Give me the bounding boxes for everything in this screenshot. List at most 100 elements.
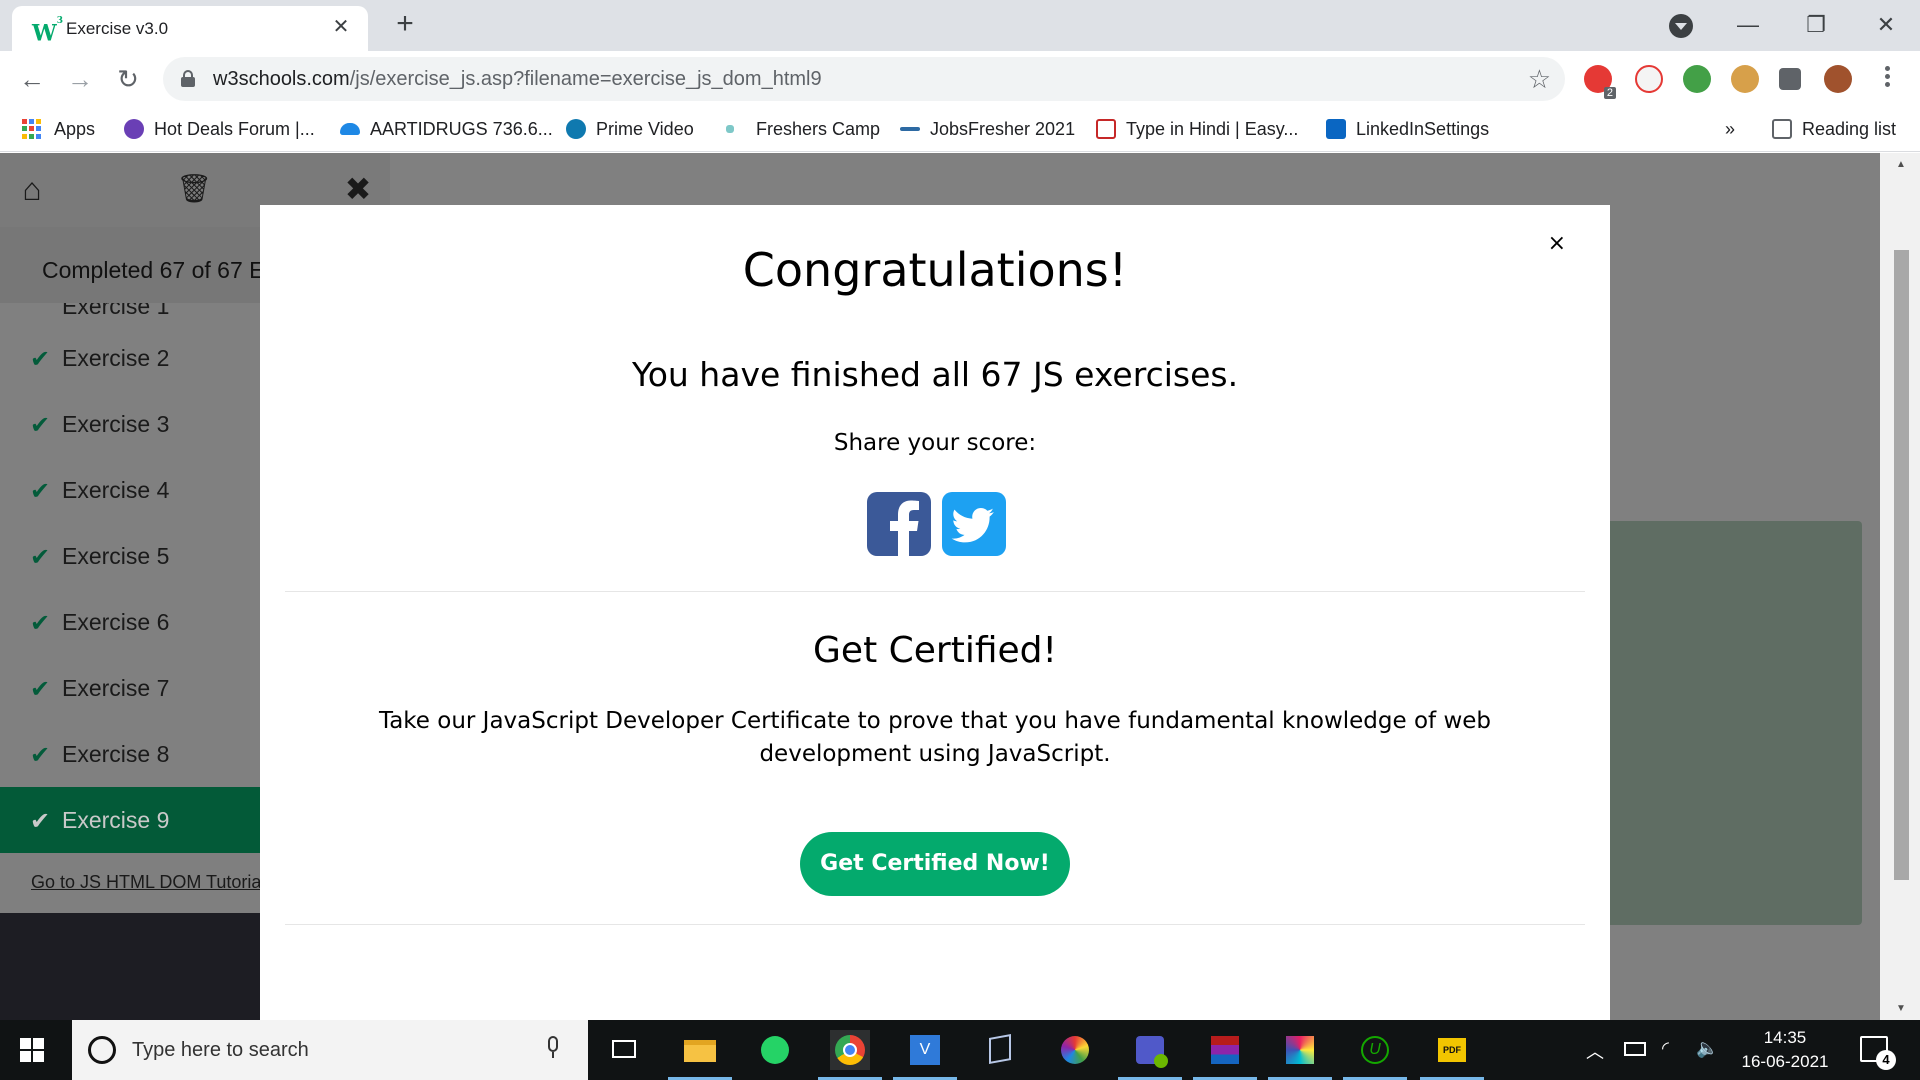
home-icon[interactable]: ⌂ xyxy=(14,171,50,207)
cloud-chart-icon xyxy=(340,123,360,135)
taskbar-clock[interactable]: 14:35 16-06-2021 xyxy=(1740,1026,1830,1074)
extensions-puzzle-icon[interactable] xyxy=(1779,68,1801,90)
tutorial-link[interactable]: Go to JS HTML DOM Tutorial xyxy=(31,872,265,893)
share-prompt: Share your score: xyxy=(833,430,1037,456)
bookmark-linkedin[interactable]: LinkedInSettings xyxy=(1326,117,1489,141)
pdf-icon[interactable]: PDF xyxy=(1420,1030,1484,1080)
page-scrollbar[interactable]: ▲ ▼ xyxy=(1880,153,1920,1020)
check-icon: ✔ xyxy=(30,742,51,769)
browser-toolbar: ← → ↻ w3schools.com/js/exercise_js.asp?f… xyxy=(0,51,1920,107)
exercise-label: Exercise 7 xyxy=(62,675,170,701)
bookmark-label: Freshers Camp xyxy=(756,118,881,139)
upwork-icon[interactable]: U xyxy=(1343,1030,1407,1080)
notification-count: 4 xyxy=(1876,1050,1896,1070)
linkedin-icon xyxy=(1326,119,1346,139)
chrome-menu-icon[interactable] xyxy=(1882,63,1892,95)
winrar-icon[interactable] xyxy=(1193,1030,1257,1080)
file-explorer-icon[interactable] xyxy=(668,1030,732,1080)
finished-message: You have finished all 67 JS exercises. xyxy=(631,355,1239,394)
new-tab-button[interactable]: + xyxy=(390,9,420,40)
globe-extension-icon[interactable] xyxy=(1683,65,1711,93)
tab-search-icon[interactable] xyxy=(1669,14,1693,38)
close-sidebar-icon[interactable]: ✖ xyxy=(340,171,376,207)
exercise-label: Exercise 9 xyxy=(62,807,170,833)
volume-icon[interactable]: 🔈 xyxy=(1696,1038,1718,1059)
teams-icon[interactable] xyxy=(1118,1030,1182,1080)
check-icon: ✔ xyxy=(30,478,51,505)
facebook-icon xyxy=(890,500,919,556)
bookmark-star-icon[interactable]: ☆ xyxy=(1528,64,1551,95)
bookmark-apps[interactable]: Apps xyxy=(22,117,95,141)
bookmarks-bar: Apps Hot Deals Forum |... AARTIDRUGS 736… xyxy=(0,107,1920,152)
chrome-icon[interactable] xyxy=(818,1030,882,1080)
address-bar[interactable]: w3schools.com/js/exercise_js.asp?filenam… xyxy=(163,57,1565,101)
jobsfresher-icon xyxy=(900,127,920,131)
exercise-label: Exercise 8 xyxy=(62,741,170,767)
tab-strip: W3 Exercise v3.0 ✕ + — ❐ ✕ xyxy=(0,0,1920,51)
taskbar-search[interactable]: Type here to search xyxy=(72,1020,588,1080)
scroll-down-icon[interactable]: ▼ xyxy=(1894,1003,1908,1014)
exercise-label: Exercise 6 xyxy=(62,609,170,635)
modal-footer-divider xyxy=(285,924,1585,925)
w3schools-favicon-icon: W3 xyxy=(32,16,63,47)
virtualbox-icon[interactable] xyxy=(980,1030,1020,1070)
adblock-extension-icon[interactable]: 2 xyxy=(1584,65,1616,99)
bookmark-label: Prime Video xyxy=(596,118,694,139)
trash-icon[interactable]: 🗑 xyxy=(176,171,212,207)
whatsapp-icon[interactable] xyxy=(755,1030,795,1070)
bookmark-prime-video[interactable]: Prime Video xyxy=(566,117,694,141)
apps-grid-icon xyxy=(22,119,42,139)
bookmark-freshers-camp[interactable]: Freshers Camp xyxy=(726,117,880,141)
browser-tab[interactable]: W3 Exercise v3.0 ✕ xyxy=(12,6,368,51)
minimize-button[interactable]: — xyxy=(1728,8,1768,42)
reading-list-button[interactable]: Reading list xyxy=(1772,117,1896,141)
hindi-icon xyxy=(1096,119,1116,139)
modal-divider xyxy=(285,591,1585,592)
lock-icon[interactable] xyxy=(181,70,195,87)
profile-avatar[interactable] xyxy=(1824,65,1852,93)
modal-title: Congratulations! xyxy=(742,243,1128,297)
youtube-extension-icon[interactable] xyxy=(1635,65,1663,93)
reload-button[interactable]: ↻ xyxy=(112,63,144,95)
exercise-label: Exercise 4 xyxy=(62,477,170,503)
bookmark-label: JobsFresher 2021 xyxy=(930,118,1076,139)
certification-description: Take our JavaScript Developer Certificat… xyxy=(378,708,1492,767)
check-icon: ✔ xyxy=(30,676,51,703)
battery-icon[interactable] xyxy=(1624,1042,1646,1056)
back-button[interactable]: ← xyxy=(16,63,48,95)
notification-center-icon[interactable]: 4 xyxy=(1860,1036,1896,1070)
wifi-icon[interactable]: ◜ xyxy=(1662,1038,1669,1059)
forward-button[interactable]: → xyxy=(64,63,96,95)
get-certified-button[interactable]: Get Certified Now! xyxy=(800,832,1070,896)
bookmark-label: Apps xyxy=(54,118,96,139)
window-close-button[interactable]: ✕ xyxy=(1866,8,1906,42)
freshers-camp-icon xyxy=(726,125,734,133)
check-icon: ✔ xyxy=(30,346,51,373)
paint-icon[interactable] xyxy=(1268,1030,1332,1080)
exercise-label: Exercise 1 xyxy=(62,303,170,319)
tab-close-icon[interactable]: ✕ xyxy=(328,14,354,40)
bookmark-hot-deals[interactable]: Hot Deals Forum |... xyxy=(124,117,315,141)
url-text[interactable]: w3schools.com/js/exercise_js.asp?filenam… xyxy=(213,68,822,91)
twitter-share-button[interactable] xyxy=(942,492,1006,556)
show-hidden-icons[interactable]: ︿ xyxy=(1586,1038,1604,1064)
facebook-share-button[interactable] xyxy=(867,492,931,556)
cookie-extension-icon[interactable] xyxy=(1731,65,1759,93)
microphone-icon[interactable] xyxy=(546,1036,560,1062)
colorpicker-icon[interactable] xyxy=(1055,1030,1095,1070)
vscode-icon[interactable]: V xyxy=(893,1030,957,1080)
bookmark-label: Type in Hindi | Easy... xyxy=(1126,118,1299,139)
check-icon: ✔ xyxy=(30,808,51,835)
bookmark-jobsfresher[interactable]: JobsFresher 2021 xyxy=(900,117,1075,141)
check-icon: ✔ xyxy=(30,544,51,571)
cortana-icon[interactable] xyxy=(88,1036,116,1064)
bookmark-type-in-hindi[interactable]: Type in Hindi | Easy... xyxy=(1096,117,1298,141)
scrollbar-thumb[interactable] xyxy=(1894,250,1909,880)
task-view-icon[interactable] xyxy=(604,1030,644,1070)
check-icon: ✔ xyxy=(30,412,51,439)
windows-start-icon[interactable] xyxy=(20,1038,44,1062)
scroll-up-icon[interactable]: ▲ xyxy=(1894,159,1908,170)
bookmarks-overflow-button[interactable]: » xyxy=(1725,117,1735,141)
bookmark-aartidrugs[interactable]: AARTIDRUGS 736.6... xyxy=(340,117,553,141)
restore-button[interactable]: ❐ xyxy=(1796,8,1836,42)
